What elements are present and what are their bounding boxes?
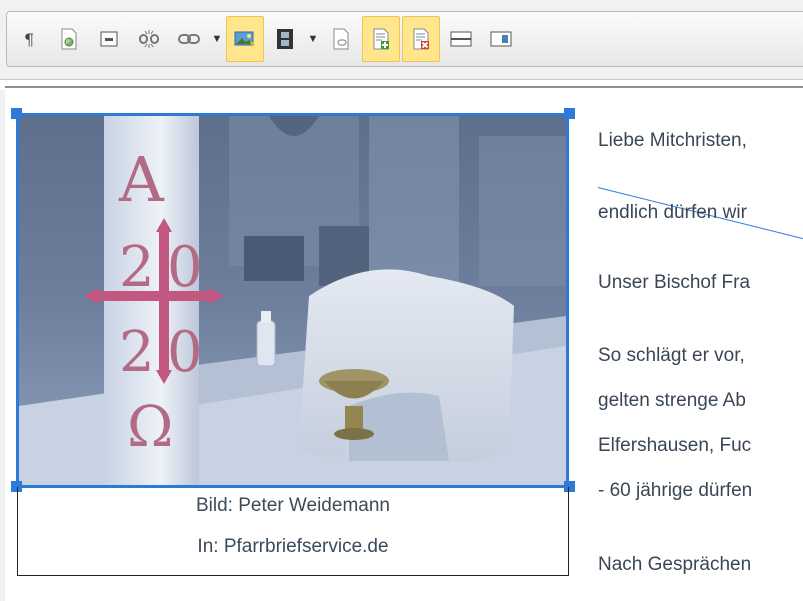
unlink-button[interactable]	[130, 16, 168, 62]
media-dropdown-arrow[interactable]: ▼	[306, 16, 320, 62]
insert-page-icon: P	[61, 28, 77, 50]
selected-image[interactable]: A 2 0 2 0 Ω	[16, 113, 569, 488]
image-caption[interactable]: Bild: Peter Weidemann In: Pfarrbriefserv…	[17, 487, 569, 576]
caption-line-2: In: Pfarrbriefservice.de	[197, 536, 389, 557]
candle-omega: Ω	[127, 395, 173, 460]
paragraph-marks-icon: ¶	[24, 30, 34, 48]
body-line: gelten strenge Ab	[598, 390, 746, 411]
svg-text:2: 2	[119, 235, 155, 300]
chevron-down-icon: ▼	[211, 33, 223, 45]
editor-left-border	[0, 90, 5, 601]
body-line: Nach Gesprächen	[598, 554, 752, 575]
insert-image-icon	[234, 31, 256, 46]
horizontal-rule-icon	[450, 31, 472, 47]
body-line: Elfershausen, Fuc	[598, 435, 752, 456]
insert-document-link-button[interactable]	[322, 16, 360, 62]
insert-table-row-button[interactable]	[362, 16, 400, 62]
body-line: - 60 jährige dürfen	[598, 480, 753, 501]
resize-handle-top-right[interactable]	[564, 108, 575, 119]
editor-top-rule	[5, 86, 803, 88]
editor-content[interactable]: A 2 0 2 0 Ω Bild: Peter Weidemann In: Pf…	[0, 90, 803, 601]
svg-text:¶: ¶	[24, 30, 34, 48]
chevron-down-icon: ▼	[307, 33, 319, 45]
insert-field-icon	[100, 31, 118, 47]
delete-table-row-icon	[413, 28, 429, 50]
body-line: endlich dürfen wir	[598, 202, 747, 223]
editor-toolbar: ¶ P ▼ ▼	[6, 11, 803, 67]
svg-text:0: 0	[167, 320, 203, 385]
svg-text:0: 0	[167, 235, 203, 300]
delete-table-row-button[interactable]	[402, 16, 440, 62]
candle-alpha: A	[118, 143, 165, 216]
template-icon	[490, 31, 512, 47]
insert-media-button[interactable]	[266, 16, 304, 62]
paragraph-marks-button[interactable]: ¶	[10, 16, 48, 62]
insert-media-icon	[277, 29, 293, 49]
link-button[interactable]	[170, 16, 208, 62]
link-dropdown-arrow[interactable]: ▼	[210, 16, 224, 62]
insert-field-button[interactable]	[90, 16, 128, 62]
insert-page-button[interactable]: P	[50, 16, 88, 62]
horizontal-rule-button[interactable]	[442, 16, 480, 62]
editor-toolbar-area: ¶ P ▼ ▼	[0, 0, 803, 80]
resize-handle-top-left[interactable]	[11, 108, 22, 119]
svg-text:2: 2	[119, 320, 155, 385]
link-icon	[178, 34, 200, 44]
caption-line-1: Bild: Peter Weidemann	[196, 495, 390, 516]
template-button[interactable]	[482, 16, 520, 62]
body-line: So schlägt er vor,	[598, 345, 745, 366]
body-line: Liebe Mitchristen,	[598, 130, 747, 151]
unlink-icon	[139, 30, 159, 48]
body-line: Unser Bischof Fra	[598, 272, 751, 293]
svg-text:P: P	[66, 39, 70, 46]
insert-image-button[interactable]	[226, 16, 264, 62]
easter-candle-photo: A 2 0 2 0 Ω	[19, 116, 566, 485]
insert-document-link-icon	[333, 28, 349, 50]
insert-table-row-icon	[373, 28, 389, 50]
